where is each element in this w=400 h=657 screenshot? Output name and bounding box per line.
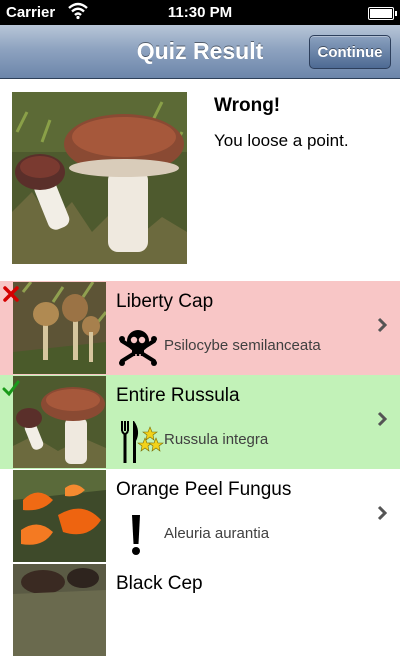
fork-knife-stars-icon [116, 421, 164, 463]
result-title: Wrong! [214, 95, 281, 116]
chevron-right-icon [377, 317, 388, 333]
red-x-icon [2, 285, 20, 303]
mushroom-thumbnail [13, 282, 106, 374]
common-name: Liberty Cap [116, 291, 214, 312]
latin-name: Russula integra [164, 431, 269, 448]
green-check-icon [2, 379, 20, 397]
navigation-bar: Quiz Result Continue [0, 25, 400, 79]
mushroom-photo [12, 92, 187, 264]
latin-name: Psilocybe semilanceata [164, 337, 321, 354]
continue-button[interactable]: Continue [309, 35, 391, 69]
common-name: Orange Peel Fungus [116, 479, 292, 500]
result-message: You loose a point. [214, 131, 349, 150]
mushroom-thumbnail [13, 376, 106, 468]
latin-name: Aleuria aurantia [164, 525, 270, 542]
list-item[interactable]: Liberty Cap Psilocybe semilanceata [0, 281, 400, 376]
status-bar: Carrier 11:30 PM [0, 0, 400, 25]
chevron-right-icon [377, 505, 388, 521]
list-item[interactable]: Orange Peel Fungus Aleuria aurantia [0, 469, 400, 564]
battery-icon [368, 7, 397, 20]
common-name: Entire Russula [116, 385, 240, 406]
chevron-right-icon [377, 411, 388, 427]
common-name: Black Cep [116, 573, 203, 594]
clock: 11:30 PM [167, 4, 233, 21]
mushroom-thumbnail [13, 470, 106, 562]
exclamation-icon [116, 515, 164, 557]
list-item[interactable]: Entire Russula Russula integra [0, 375, 400, 470]
mushroom-thumbnail [13, 564, 106, 656]
result-panel: Wrong! You loose a point. [0, 79, 400, 281]
skull-crossbones-icon [116, 327, 164, 369]
list-item[interactable]: Black Cep [0, 563, 400, 657]
